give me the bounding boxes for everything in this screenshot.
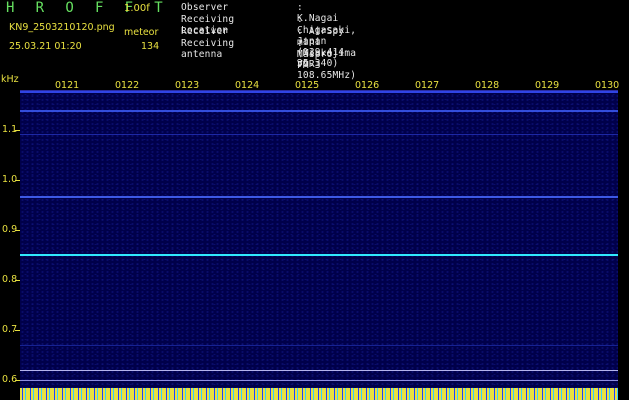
filename-label: KN9_2503210120.png (9, 22, 115, 33)
spectral-line (20, 91, 618, 93)
info-label: Observer (181, 2, 229, 13)
datetime-label: 25.03.21 01:20 (9, 41, 82, 52)
carrier-line (20, 254, 618, 256)
noise-band (20, 388, 618, 400)
spectral-line (20, 370, 618, 371)
plot-top-border (20, 90, 618, 91)
version-label: 1.00f (124, 3, 150, 14)
spectral-line (20, 196, 618, 198)
info-value: : Maspro FM-3 (297, 38, 333, 71)
info-label: Receiver (181, 26, 229, 37)
spectral-line (20, 110, 618, 112)
meteor-label: meteor (124, 27, 159, 38)
spectrogram-plot (20, 90, 618, 400)
info-label: Receiving antenna (181, 38, 235, 60)
spectral-line (20, 134, 618, 135)
y-axis-unit: kHz (1, 74, 19, 85)
meteor-count: 134 (141, 41, 160, 52)
spectral-line (20, 345, 618, 346)
spectral-line (20, 380, 618, 381)
